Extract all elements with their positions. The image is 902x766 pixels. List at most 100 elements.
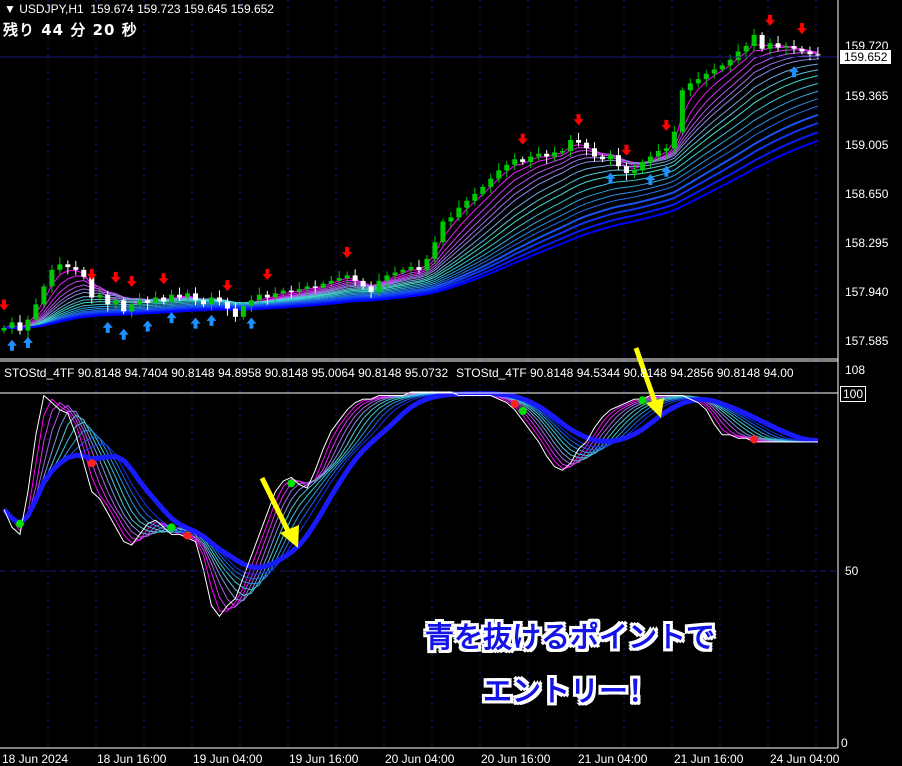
bear-candle <box>121 300 127 312</box>
indicator-values-2: STOStd_4TF 90.8148 94.5344 90.8148 94.28… <box>456 366 794 380</box>
stoch-ribbon-line <box>3 391 818 608</box>
bull-candle <box>751 34 757 46</box>
stoch-main-line <box>3 391 818 618</box>
sell-arrow-icon <box>342 246 353 258</box>
bear-candle <box>799 48 805 52</box>
bear-candle <box>288 290 294 292</box>
timer-seconds-unit: 秒 <box>121 21 138 39</box>
sell-arrow-icon <box>86 269 97 281</box>
bull-candle <box>735 51 741 60</box>
bear-candle <box>216 297 222 302</box>
bull-candle <box>464 200 470 208</box>
current-price-label: 159.652 <box>839 49 893 65</box>
stoch-tick: 50 <box>845 564 859 578</box>
bear-candle <box>161 297 167 302</box>
bear-candle <box>73 267 79 270</box>
bear-candle <box>759 34 765 49</box>
bull-candle <box>488 178 494 187</box>
bull-candle <box>767 43 773 49</box>
bar-timer: 残り 44 分 20 秒 <box>3 19 138 40</box>
bull-candle <box>376 280 382 292</box>
bull-candle <box>392 272 398 276</box>
price-tick: 159.005 <box>845 138 889 152</box>
bull-candle <box>655 151 661 157</box>
bear-candle <box>177 294 183 298</box>
timer-minutes-unit: 分 <box>70 21 87 39</box>
sell-arrow-icon <box>110 271 121 283</box>
bull-candle <box>129 304 135 312</box>
bear-candle <box>368 286 374 292</box>
high-price: 159.723 <box>137 2 181 16</box>
bear-candle <box>584 142 590 149</box>
buy-dot <box>518 406 527 415</box>
buy-arrow-icon <box>142 320 153 332</box>
bull-candle <box>727 59 733 66</box>
price-tick: 157.585 <box>845 334 889 348</box>
timer-seconds: 20 <box>92 21 116 39</box>
stoch-ribbon-line <box>3 392 818 585</box>
bull-candle <box>607 155 613 160</box>
stoch-ribbon-line <box>3 391 818 597</box>
sell-arrow-icon <box>517 133 528 145</box>
time-tick: 19 Jun 16:00 <box>289 752 359 766</box>
bull-candle <box>639 162 645 171</box>
bull-candle <box>25 319 31 331</box>
sell-arrow-icon <box>222 280 233 292</box>
ma-ribbons <box>3 42 819 329</box>
bull-candle <box>185 293 191 298</box>
bear-candle <box>807 51 813 55</box>
price-tick: 158.650 <box>845 187 889 201</box>
bull-candle <box>256 294 262 301</box>
bull-candle <box>711 69 717 74</box>
bull-candle <box>248 300 254 306</box>
bull-candle <box>743 46 749 52</box>
close-price: 159.652 <box>230 2 274 16</box>
timer-minutes: 44 <box>41 21 65 39</box>
price-tick: 159.365 <box>845 89 889 103</box>
sell-dot <box>510 399 519 408</box>
time-tick: 20 Jun 16:00 <box>481 752 551 766</box>
buy-arrow-icon <box>6 339 17 351</box>
bull-candle <box>512 159 518 165</box>
stoch-tick-100: 100 <box>840 386 867 402</box>
sell-arrow-icon <box>661 119 672 131</box>
buy-arrow-icon <box>246 317 257 329</box>
buy-arrow-icon <box>206 314 217 326</box>
stoch-ribbon-line <box>3 391 818 602</box>
bull-candle <box>57 264 63 270</box>
bull-candle <box>296 289 302 292</box>
sell-arrow-icon <box>621 144 632 156</box>
bull-candle <box>9 322 15 328</box>
sell-dot <box>87 459 96 468</box>
time-tick: 20 Jun 04:00 <box>385 752 455 766</box>
bear-candle <box>600 156 605 160</box>
collapse-triangle-icon[interactable]: ▼ <box>4 2 16 16</box>
time-tick: 19 Jun 04:00 <box>193 752 263 766</box>
bear-candle <box>576 139 582 143</box>
bear-candle <box>17 322 23 331</box>
bull-candle <box>169 294 175 302</box>
bull-candle <box>472 193 478 201</box>
bear-candle <box>65 264 71 268</box>
bear-candle <box>193 293 199 301</box>
price-tick: 157.940 <box>845 285 889 299</box>
sell-arrow-icon <box>126 275 137 287</box>
bull-candle <box>647 156 653 163</box>
bull-candle <box>424 258 430 270</box>
bull-candle <box>1 327 7 331</box>
bear-candle <box>232 308 238 317</box>
bull-candle <box>97 294 103 298</box>
bear-candle <box>81 269 87 277</box>
time-tick: 21 Jun 04:00 <box>578 752 648 766</box>
low-price: 159.645 <box>183 2 228 16</box>
bear-candle <box>775 43 781 48</box>
timer-label: 残り <box>3 21 36 39</box>
bull-candle <box>344 275 350 279</box>
open-price: 159.674 <box>90 2 134 16</box>
buy-dot <box>167 523 176 532</box>
sell-arrow-icon <box>797 23 807 35</box>
stoch-tick: 108 <box>845 363 866 377</box>
bull-candle <box>568 139 574 152</box>
buy-arrow-icon <box>118 328 129 340</box>
stoch-ribbon-line <box>3 392 818 575</box>
